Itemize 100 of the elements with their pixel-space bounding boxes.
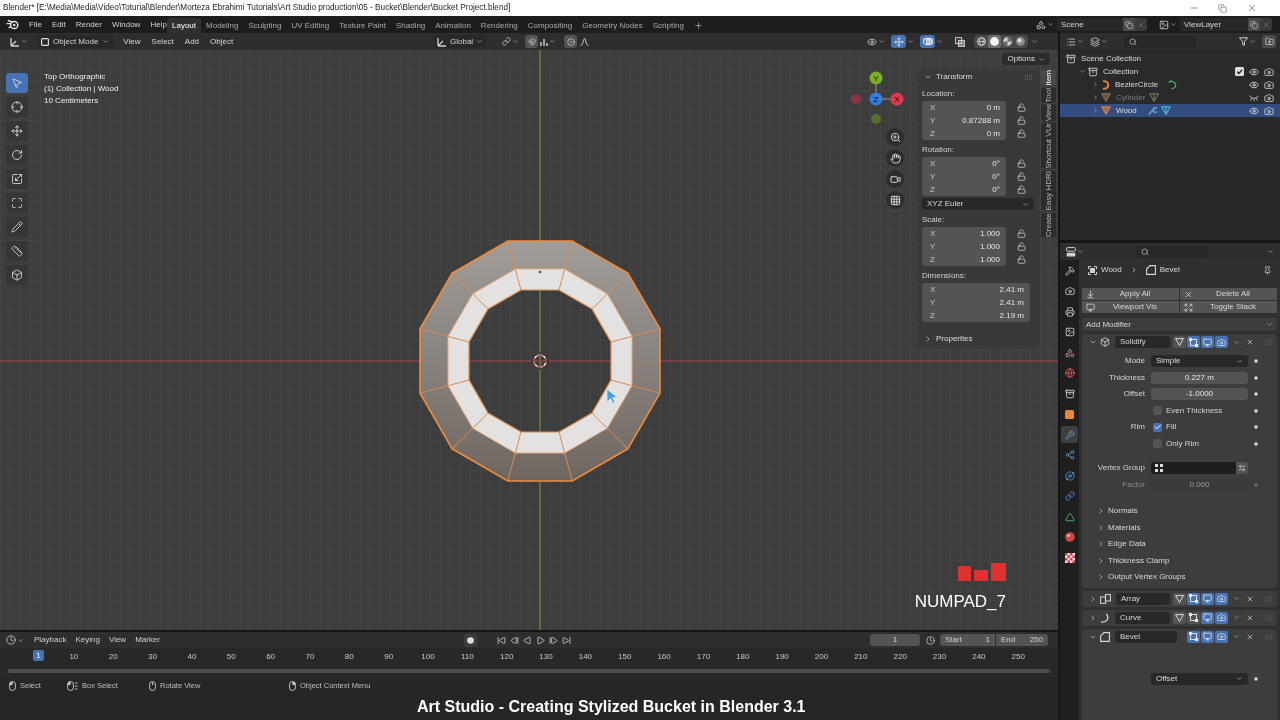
workspace-tab[interactable]: Animation [430, 18, 476, 33]
sidebar-tab[interactable]: Item [1041, 70, 1056, 86]
workspace-tab[interactable]: Sculpting [243, 18, 287, 33]
new-view-layer-button[interactable] [1248, 18, 1260, 31]
shading-button[interactable] [975, 35, 988, 48]
number-field[interactable]: Y 2.41 m [922, 296, 1030, 309]
outliner-row[interactable]: Wood [1060, 104, 1280, 117]
number-field[interactable]: X 2.41 m [922, 283, 1030, 296]
orientation-dropdown[interactable]: Global [434, 35, 487, 48]
xray-toggle[interactable] [952, 35, 967, 48]
proportional-edit-toggle[interactable] [564, 35, 578, 48]
new-collection-button[interactable] [1262, 35, 1276, 48]
options-button[interactable] [1267, 248, 1274, 255]
shading-button[interactable] [988, 35, 1001, 48]
dropdown[interactable]: Offset [1151, 672, 1248, 685]
overlay-toggle[interactable] [920, 35, 935, 48]
workspace-tab[interactable]: Layout [167, 18, 202, 33]
close-icon[interactable] [1246, 632, 1254, 641]
eye-icon[interactable] [1249, 66, 1259, 77]
menu-item[interactable]: File [29, 20, 42, 29]
unlocked-icon[interactable] [1017, 229, 1026, 238]
previous-keyframe-button[interactable] [508, 634, 520, 646]
modifier-toggle[interactable] [1201, 630, 1214, 643]
pan-button[interactable] [886, 149, 904, 167]
vertex-group-field[interactable] [1151, 462, 1236, 474]
view-layer-field[interactable]: ViewLayer [1180, 18, 1248, 31]
subpanel-header[interactable]: Thickness Clamp [1085, 552, 1274, 569]
next-keyframe-button[interactable] [547, 634, 559, 646]
filter-button[interactable] [1239, 37, 1256, 46]
number-field[interactable]: Z 1.000 [922, 253, 1006, 266]
action-button[interactable]: Apply All [1082, 288, 1179, 300]
snap-toggle[interactable] [525, 35, 539, 48]
modifier-toggle[interactable] [1187, 592, 1200, 605]
tool-button[interactable] [6, 217, 28, 237]
unlocked-icon[interactable] [1017, 103, 1026, 112]
workspace-tab[interactable]: Scripting [647, 18, 689, 33]
menu-item[interactable]: View [123, 37, 141, 46]
workspace-tab[interactable]: Geometry Nodes [577, 18, 648, 33]
chevron-right-icon[interactable] [1089, 613, 1097, 622]
auto-keying-button[interactable] [464, 633, 477, 647]
tool-button[interactable] [6, 265, 28, 285]
close-icon[interactable] [1246, 613, 1254, 622]
workspace-tab[interactable]: Texture Paint [334, 18, 391, 33]
falloff-dropdown[interactable] [580, 37, 590, 46]
chevron-right-icon[interactable] [1089, 594, 1097, 603]
number-field[interactable]: 0.227 m [1151, 371, 1248, 384]
unlocked-icon[interactable] [1017, 116, 1026, 125]
new-scene-button[interactable] [1123, 18, 1135, 31]
invert-button[interactable] [1236, 462, 1248, 474]
number-field[interactable]: -1.0000 [1151, 388, 1248, 400]
chevron-down-icon[interactable] [1089, 338, 1097, 346]
menu-item[interactable]: Keying [75, 636, 100, 644]
menu-item[interactable]: View [108, 636, 127, 644]
modifier-name-field[interactable]: Array [1116, 592, 1170, 605]
subpanel-header[interactable]: Materials [1085, 519, 1274, 536]
tool-button[interactable] [6, 145, 28, 165]
workspace-tab[interactable]: Shading [390, 18, 431, 33]
number-field[interactable]: Z 0° [922, 183, 1006, 196]
jump-end-button[interactable] [560, 634, 572, 646]
tool-button[interactable] [6, 73, 28, 93]
subpanel-header[interactable]: Normals [1085, 503, 1274, 520]
modifier-toggle[interactable] [1215, 630, 1228, 643]
modifier-name-field[interactable]: Curve [1115, 611, 1170, 624]
action-button[interactable]: Viewport Vis [1082, 301, 1179, 313]
number-field[interactable]: X 0° [922, 157, 1006, 170]
mode-dropdown[interactable]: Object Mode [37, 35, 114, 48]
display-mode-button[interactable] [1090, 36, 1108, 47]
menu-item[interactable]: Help [150, 20, 167, 29]
modifier-toggle[interactable] [1215, 592, 1228, 605]
action-button[interactable]: Toggle Stack [1180, 301, 1277, 313]
camera-view-button[interactable] [886, 170, 904, 188]
menu-item[interactable]: Render [75, 20, 102, 29]
panel-header[interactable]: Properties [922, 332, 1035, 346]
modifier-toggle[interactable] [1201, 592, 1214, 605]
menu-item[interactable]: Marker [135, 636, 161, 644]
chevron-right-icon[interactable] [1092, 94, 1099, 101]
workspace-tab[interactable]: Rendering [475, 18, 523, 33]
editor-type-button[interactable] [8, 35, 30, 48]
rotation-mode-dropdown[interactable]: XYZ Euler [922, 198, 1034, 210]
number-field[interactable]: Z 0 m [922, 127, 1006, 140]
editor-type-button[interactable] [6, 635, 24, 645]
subpanel-header[interactable]: Edge Data [1085, 536, 1274, 553]
unlocked-icon[interactable] [1017, 242, 1026, 251]
modifier-toggle[interactable] [1215, 611, 1228, 624]
menu-item[interactable]: Add [184, 37, 200, 46]
pin-icon[interactable] [1263, 265, 1272, 275]
workspace-tab[interactable]: UV Editing [286, 18, 335, 33]
modifier-toggle[interactable] [1187, 630, 1200, 643]
modifier-toggle[interactable] [1173, 336, 1186, 348]
close-icon[interactable] [1246, 594, 1254, 603]
workspace-tab[interactable]: Compositing [522, 18, 578, 33]
number-field[interactable]: X 0 m [922, 101, 1006, 114]
tool-button[interactable] [6, 97, 28, 117]
subpanel-header[interactable]: Output Vertex Groups [1085, 569, 1274, 586]
sidebar-tab[interactable]: Easy HDRI [1041, 171, 1056, 211]
number-field[interactable]: Y 0° [922, 170, 1006, 183]
sidebar-tab[interactable]: Shortcut VUr [1041, 123, 1056, 170]
play-button[interactable] [534, 634, 546, 646]
menu-item[interactable]: Select [151, 37, 174, 46]
search-field[interactable] [1136, 245, 1208, 258]
